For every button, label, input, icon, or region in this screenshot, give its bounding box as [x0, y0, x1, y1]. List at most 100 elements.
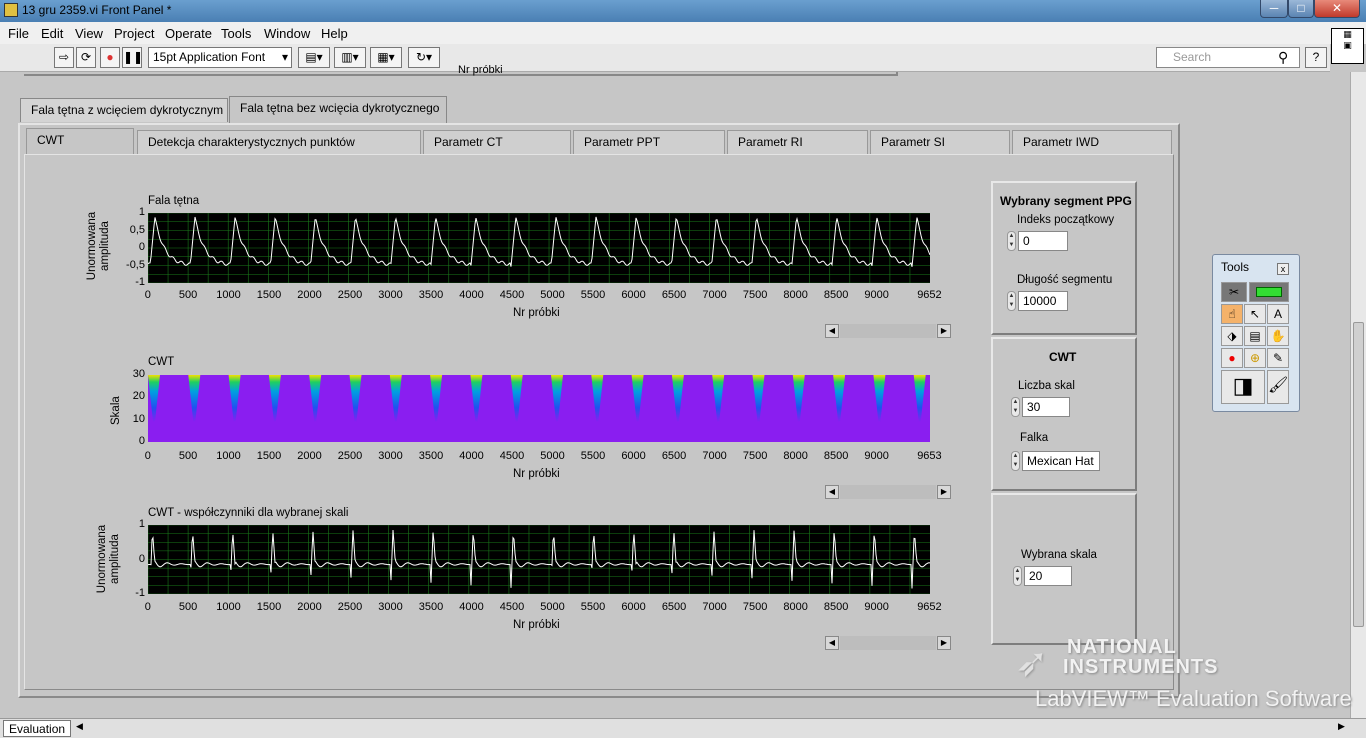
- subtab-detection[interactable]: Detekcja charakterystycznych punktów: [137, 130, 421, 154]
- tab-without-dicrotic-notch[interactable]: Fala tętna bez wcięcia dykrotycznego: [229, 96, 447, 123]
- auto-tool-icon[interactable]: ✂: [1221, 282, 1247, 302]
- start-index-input[interactable]: 0: [1018, 231, 1068, 251]
- minimize-button[interactable]: ─: [1260, 0, 1288, 18]
- menu-view[interactable]: View: [75, 26, 103, 41]
- x-tick-label: 7500: [742, 450, 768, 462]
- selected-scale-input[interactable]: 20: [1024, 566, 1072, 586]
- y-tick-label: 0: [138, 435, 145, 447]
- graph3-scrollbar[interactable]: [840, 636, 936, 650]
- start-index-spinner[interactable]: ▲ ▼: [1007, 231, 1016, 251]
- font-select[interactable]: 15pt Application Font ▾: [148, 47, 292, 68]
- labview-app-icon: [4, 3, 18, 17]
- search-icon[interactable]: ⚲: [1278, 49, 1288, 66]
- pause-icon[interactable]: ❚❚: [122, 47, 143, 68]
- y-tick-label: 1: [138, 518, 145, 530]
- auto-tool-toggle[interactable]: [1249, 282, 1289, 302]
- wavelet-label: Falka: [1020, 432, 1049, 444]
- hscroll-right[interactable]: ▶: [1338, 721, 1345, 732]
- subtab-ct[interactable]: Parametr CT: [423, 130, 571, 154]
- help-button[interactable]: ?: [1305, 47, 1327, 68]
- x-tick-label: 8000: [783, 601, 808, 613]
- tools-close-button[interactable]: x: [1277, 263, 1289, 275]
- x-tick-label: 1500: [256, 289, 282, 301]
- wavelet-select[interactable]: Mexican Hat: [1022, 451, 1100, 471]
- x-tick-label: 4500: [499, 601, 525, 613]
- x-tick-label: 4000: [459, 450, 484, 462]
- subtab-si[interactable]: Parametr SI: [870, 130, 1010, 154]
- x-tick-label: 500: [178, 601, 198, 613]
- set-color-brush-icon[interactable]: 🖌: [1267, 370, 1289, 404]
- menu-window[interactable]: Window: [264, 26, 310, 41]
- selected-scale-spinner[interactable]: ▲ ▼: [1013, 566, 1022, 586]
- graph2-scrollbar[interactable]: [840, 485, 936, 499]
- segment-length-spinner[interactable]: ▲ ▼: [1007, 291, 1016, 311]
- x-tick-label: 2000: [297, 601, 322, 613]
- menu-edit[interactable]: Edit: [41, 26, 63, 41]
- graph2-intensity[interactable]: [148, 375, 930, 442]
- get-color-icon[interactable]: ✎: [1267, 348, 1289, 368]
- graph3-scroll-right[interactable]: ▶: [937, 636, 951, 650]
- menu-tools[interactable]: Tools: [221, 26, 251, 41]
- segment-length-input[interactable]: 10000: [1018, 291, 1068, 311]
- y-tick-label: 0: [138, 552, 145, 565]
- run-continuously-icon[interactable]: ⟳: [76, 47, 96, 68]
- x-tick-label: 2000: [297, 289, 322, 301]
- graph2-scroll-right[interactable]: ▶: [937, 485, 951, 499]
- x-tick-label: 500: [178, 450, 198, 462]
- menu-file[interactable]: File: [8, 26, 29, 41]
- scales-count-input[interactable]: 30: [1022, 397, 1070, 417]
- graph3-plot[interactable]: [148, 525, 930, 594]
- maximize-button[interactable]: □: [1288, 0, 1314, 18]
- shortcut-menu-icon[interactable]: ▤: [1244, 326, 1266, 346]
- x-tick-label: 4000: [459, 289, 484, 301]
- scroll-hand-icon[interactable]: ✋: [1267, 326, 1289, 346]
- vertical-scrollbar[interactable]: [1350, 72, 1366, 718]
- distribute-objects-icon[interactable]: ▥▾: [334, 47, 366, 68]
- resize-objects-icon[interactable]: ▦▾: [370, 47, 402, 68]
- graph1-plot[interactable]: [148, 213, 930, 283]
- tools-palette[interactable]: Tools x ✂ ☝ ↖ A ⬗ ▤ ✋ ● ⊕ ✎ ◨ 🖌: [1212, 254, 1300, 412]
- tab-with-dicrotic-notch[interactable]: Fala tętna z wcięciem dykrotycznym: [20, 98, 228, 122]
- abort-icon[interactable]: ●: [100, 47, 120, 68]
- start-index-label: Indeks początkowy: [1017, 214, 1115, 226]
- subtab-iwd[interactable]: Parametr IWD: [1012, 130, 1172, 154]
- edit-text-icon[interactable]: A: [1267, 304, 1289, 324]
- graph1-scroll-left[interactable]: ◀: [825, 324, 839, 338]
- run-arrow-icon[interactable]: ⇨: [54, 47, 74, 68]
- x-tick-label: 3000: [378, 601, 403, 613]
- x-tick-label: 4000: [459, 601, 484, 613]
- graph2-scroll-left[interactable]: ◀: [825, 485, 839, 499]
- menu-help[interactable]: Help: [321, 26, 348, 41]
- operate-hand-icon[interactable]: ☝: [1221, 304, 1243, 324]
- probe-icon[interactable]: ⊕: [1244, 348, 1266, 368]
- segment-length-label: Długość segmentu: [1017, 274, 1113, 286]
- x-tick-label: 0: [144, 601, 151, 613]
- graph1-scroll-right[interactable]: ▶: [937, 324, 951, 338]
- x-tick-label: 5500: [580, 450, 606, 462]
- scales-count-spinner[interactable]: ▲ ▼: [1011, 397, 1020, 417]
- reorder-icon[interactable]: ↻▾: [408, 47, 440, 68]
- graph3-scroll-left[interactable]: ◀: [825, 636, 839, 650]
- color-box-icon[interactable]: ◨: [1221, 370, 1265, 404]
- menu-operate[interactable]: Operate: [165, 26, 212, 41]
- breakpoint-icon[interactable]: ●: [1221, 348, 1243, 368]
- subtab-ppt[interactable]: Parametr PPT: [573, 130, 725, 154]
- x-tick-label: 9653: [917, 450, 942, 462]
- vi-connector-icon[interactable]: ▦ ▣: [1331, 28, 1364, 64]
- menu-project[interactable]: Project: [114, 26, 154, 41]
- connect-wire-icon[interactable]: ⬗: [1221, 326, 1243, 346]
- hscroll-left[interactable]: ◀: [76, 721, 83, 732]
- wavelet-spinner[interactable]: ▲ ▼: [1011, 451, 1020, 471]
- close-button[interactable]: ✕: [1314, 0, 1360, 18]
- x-tick-label: 7500: [742, 601, 768, 613]
- position-arrow-icon[interactable]: ↖: [1244, 304, 1266, 324]
- segment-title: Wybrany segment PPG: [1000, 194, 1132, 208]
- x-tick-label: 500: [178, 289, 198, 301]
- graph1-scrollbar[interactable]: [840, 324, 936, 338]
- align-objects-icon[interactable]: ▤▾: [298, 47, 330, 68]
- x-tick-label: 3000: [378, 289, 403, 301]
- vertical-scroll-thumb[interactable]: [1353, 322, 1364, 627]
- subtab-ri[interactable]: Parametr RI: [727, 130, 868, 154]
- subtab-cwt[interactable]: CWT: [26, 128, 134, 154]
- ni-line3: LabVIEW™ Evaluation Software: [1035, 686, 1352, 711]
